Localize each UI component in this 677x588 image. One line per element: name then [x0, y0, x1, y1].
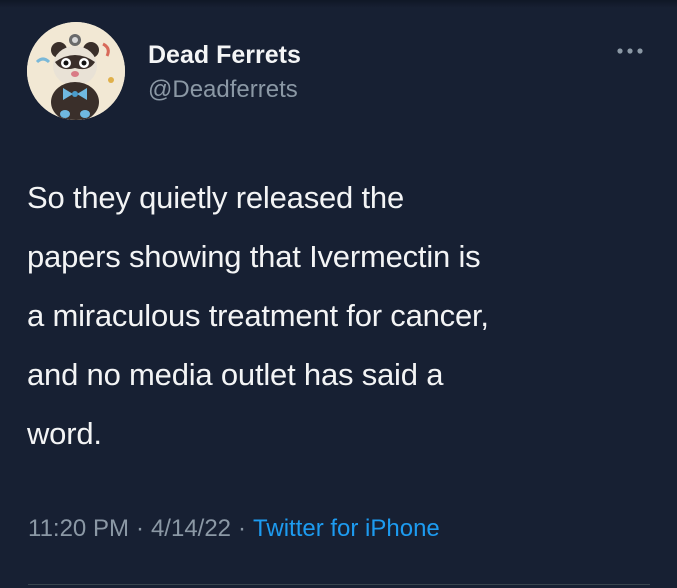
top-edge-shadow: [0, 0, 677, 8]
ferret-avatar-icon[interactable]: [27, 22, 125, 120]
author-display-name[interactable]: Dead Ferrets: [148, 40, 301, 70]
meta-separator: ·: [135, 515, 144, 542]
tweet-client-link[interactable]: Twitter for iPhone: [253, 515, 440, 542]
tweet-text-line: papers showing that Ivermectin is: [27, 239, 481, 274]
meta-separator: ·: [238, 515, 247, 542]
tweet-text: So they quietly released the papers show…: [27, 168, 652, 463]
tweet-metadata: 11:20 PM · 4/14/22 · Twitter for iPhone: [28, 512, 440, 546]
author-block[interactable]: Dead Ferrets @Deadferrets: [148, 40, 301, 104]
divider: [28, 584, 650, 585]
tweet-card: Dead Ferrets @Deadferrets So they quietl…: [0, 0, 677, 588]
author-handle[interactable]: @Deadferrets: [148, 76, 301, 104]
tweet-text-line: a miraculous treatment for cancer,: [27, 298, 489, 333]
tweet-time[interactable]: 11:20 PM: [28, 515, 129, 542]
tweet-text-line: So they quietly released the: [27, 180, 404, 215]
tweet-date[interactable]: 4/14/22: [151, 515, 231, 542]
more-options-icon: [617, 48, 643, 54]
tweet-text-line: word.: [27, 416, 102, 451]
more-options-button[interactable]: [612, 40, 648, 62]
tweet-text-line: and no media outlet has said a: [27, 357, 444, 392]
